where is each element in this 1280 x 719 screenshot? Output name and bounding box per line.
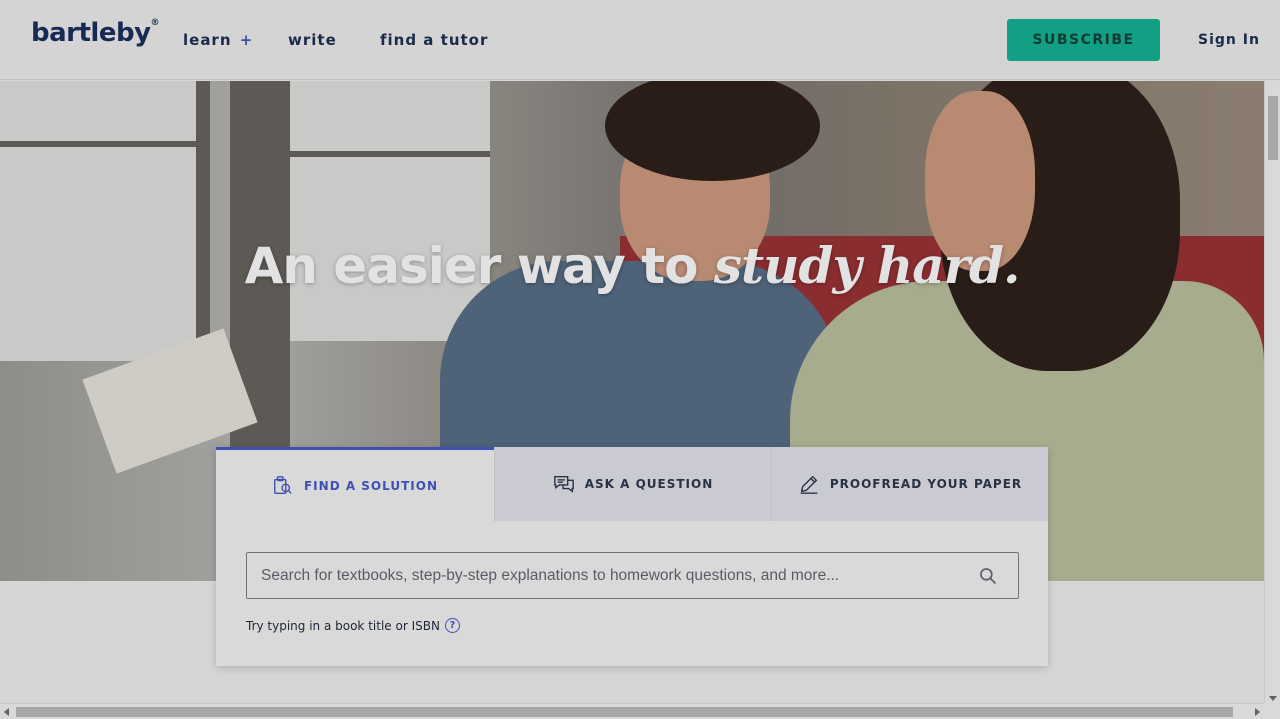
hero-title: An easier way to study hard. [0,236,1264,295]
bartleby-logo[interactable]: bartleby® [31,18,159,48]
question-circle-icon[interactable]: ? [444,618,460,633]
logo-registered-mark: ® [150,18,160,29]
window-left [0,81,200,361]
pencil-icon [800,475,818,494]
site-header: bartleby® learn + write find a tutor SUB… [0,0,1280,80]
window-center [290,81,490,341]
nav-learn[interactable]: learn + [183,31,253,49]
window-frame [0,141,200,147]
scrollbar-corner [1264,703,1280,719]
hero-title-emphasis: study hard. [713,236,1020,295]
tab-label: PROOFREAD YOUR PAPER [829,477,1023,491]
scroll-right-arrow-icon[interactable] [1255,708,1260,716]
scroll-down-arrow-icon[interactable] [1269,696,1277,701]
scroll-left-arrow-icon[interactable] [4,708,9,716]
tab-find-a-solution[interactable]: FIND A SOLUTION [216,447,494,521]
hint-text: Try typing in a book title or ISBN [246,618,440,633]
nav-find-a-tutor[interactable]: find a tutor [380,31,488,49]
vertical-scrollbar[interactable] [1264,81,1280,703]
window-frame [290,151,490,157]
horizontal-scrollbar[interactable] [0,703,1264,719]
logo-text: bartleby [31,18,151,48]
search-input[interactable] [247,553,977,598]
tab-ask-a-question[interactable]: ASK A QUESTION [494,447,771,521]
chat-bubbles-icon [553,475,574,493]
plus-icon: + [239,31,254,49]
subscribe-button[interactable]: SUBSCRIBE [1007,19,1160,61]
hero-title-plain: An easier way to [244,237,714,295]
search-box [246,552,1019,599]
horizontal-scroll-thumb[interactable] [16,707,1233,717]
search-icon[interactable] [978,566,998,586]
vertical-scroll-thumb[interactable] [1268,96,1278,160]
nav-write[interactable]: write [288,31,337,49]
tab-label: FIND A SOLUTION [303,478,438,493]
find-solution-icon [274,475,292,494]
nav-learn-label: learn [183,31,232,49]
tab-proofread-your-paper[interactable]: PROOFREAD YOUR PAPER [771,447,1048,521]
search-card: FIND A SOLUTION ASK A QUESTION PROOFREAD… [216,447,1048,666]
tab-label: ASK A QUESTION [584,477,714,491]
sign-in-link[interactable]: Sign In [1198,32,1260,48]
search-hint: Try typing in a book title or ISBN ? [246,618,460,633]
